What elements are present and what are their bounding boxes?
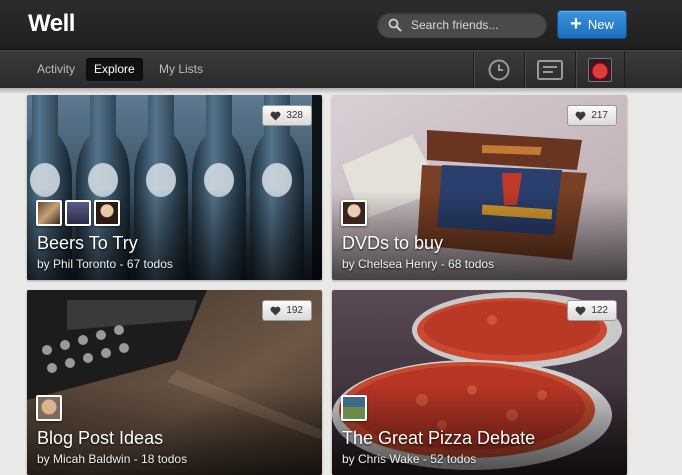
search-icon [388, 18, 402, 32]
clock-icon [488, 59, 509, 80]
user-avatar [588, 57, 612, 82]
top-bar: Well + New [0, 0, 682, 50]
like-count: 122 [591, 305, 608, 316]
heart-icon [575, 111, 586, 121]
messages-button[interactable] [524, 51, 574, 88]
search-input[interactable] [411, 16, 539, 34]
new-button[interactable]: + New [557, 10, 627, 39]
like-button[interactable]: 217 [567, 105, 617, 126]
like-button[interactable]: 328 [262, 105, 312, 126]
list-title: DVDs to buy [342, 233, 444, 253]
list-card[interactable]: 192 Blog Post Ideas by Micah Baldwin - 1… [27, 290, 322, 475]
member-avatar[interactable] [341, 200, 367, 226]
member-avatar[interactable] [65, 200, 91, 226]
member-avatar[interactable] [36, 395, 62, 421]
list-card[interactable]: 328 Beers To Try by Phil Toronto - 67 to… [27, 95, 322, 280]
member-avatars [36, 395, 62, 421]
message-icon [536, 59, 563, 80]
member-avatars [36, 200, 120, 226]
list-subtitle: by Micah Baldwin - 18 todos [37, 452, 188, 466]
like-count: 328 [286, 110, 303, 121]
list-subtitle: by Phil Toronto - 67 todos [37, 257, 173, 271]
profile-button[interactable] [575, 51, 625, 88]
plus-icon: + [570, 12, 582, 35]
new-button-label: New [587, 17, 614, 32]
list-title: The Great Pizza Debate [342, 428, 536, 448]
tab-activity[interactable]: Activity [29, 58, 83, 81]
member-avatar[interactable] [341, 395, 367, 421]
list-title: Beers To Try [37, 233, 138, 253]
search-box[interactable] [377, 12, 547, 38]
list-title: Blog Post Ideas [37, 428, 164, 448]
like-button[interactable]: 192 [262, 300, 312, 321]
nav-bar: Activity Explore My Lists [0, 50, 682, 88]
heart-icon [575, 306, 586, 316]
list-subtitle: by Chelsea Henry - 68 todos [342, 257, 495, 271]
tab-explore[interactable]: Explore [86, 58, 143, 81]
member-avatar[interactable] [94, 200, 120, 226]
app-logo[interactable]: Well [28, 10, 75, 38]
like-count: 192 [286, 305, 303, 316]
heart-icon [270, 306, 281, 316]
tab-my-lists[interactable]: My Lists [151, 58, 211, 81]
member-avatars [341, 200, 367, 226]
list-card[interactable]: 217 DVDs to buy by Chelsea Henry - 68 to… [332, 95, 627, 280]
nav-shadow [0, 88, 682, 94]
like-count: 217 [591, 110, 608, 121]
heart-icon [270, 111, 281, 121]
history-button[interactable] [473, 51, 523, 88]
like-button[interactable]: 122 [567, 300, 617, 321]
member-avatar[interactable] [36, 200, 62, 226]
member-avatars [341, 395, 367, 421]
list-subtitle: by Chris Wake - 52 todos [342, 452, 477, 466]
list-card[interactable]: 122 The Great Pizza Debate by Chris Wake… [332, 290, 627, 475]
